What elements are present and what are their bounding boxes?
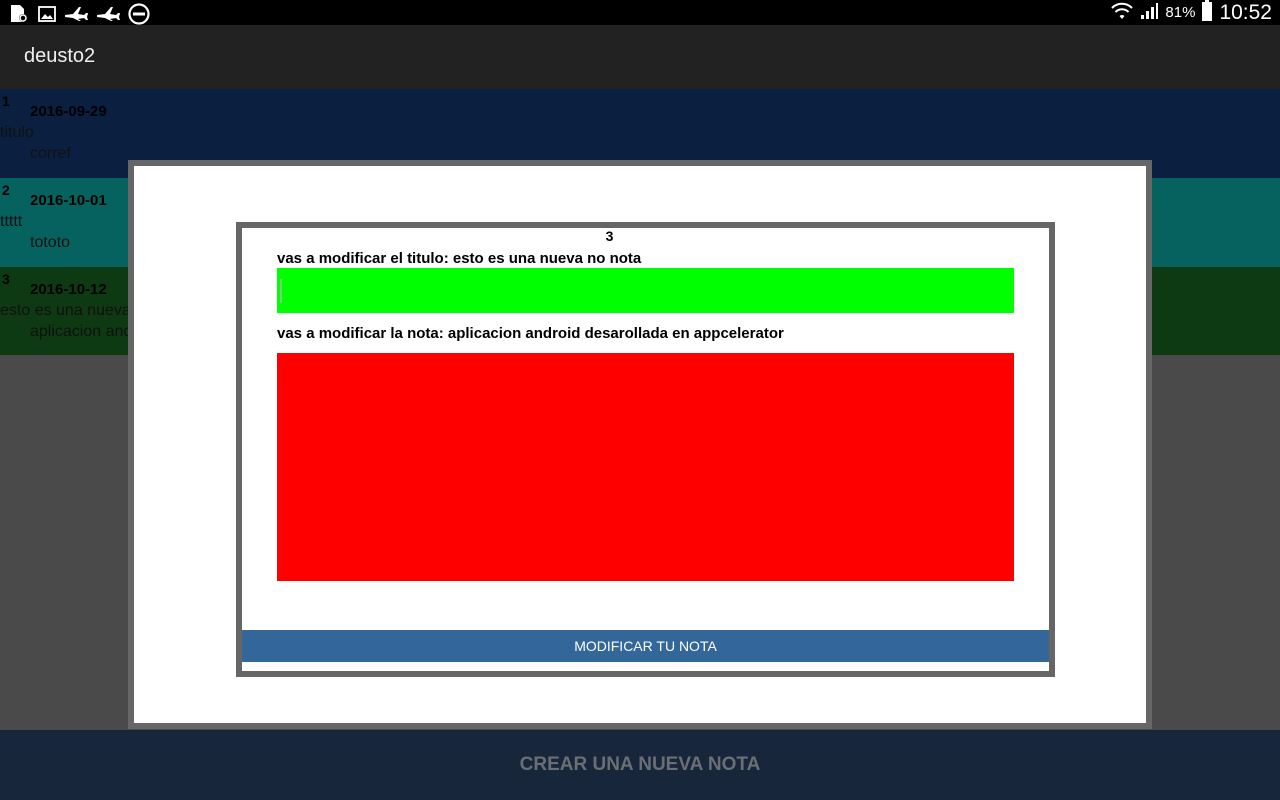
modify-note-button[interactable]: MODIFICAR TU NOTA xyxy=(242,630,1049,662)
note-field-label: vas a modificar la nota: aplicacion andr… xyxy=(277,325,784,342)
clock: 10:52 xyxy=(1219,0,1272,24)
signal-icon xyxy=(1139,1,1159,25)
airplane-icon xyxy=(64,6,88,22)
note-title: titulo xyxy=(0,124,34,141)
app-title: deusto2 xyxy=(24,45,96,67)
title-input[interactable] xyxy=(277,268,1014,313)
status-bar: 81% 10:52 xyxy=(0,0,1280,25)
note-date: 2016-10-12 xyxy=(30,281,107,298)
create-note-button[interactable]: CREAR UNA NUEVA NOTA xyxy=(0,730,1280,800)
note-title: ttttt xyxy=(0,213,23,230)
do-not-disturb-icon xyxy=(128,3,150,25)
airplane-icon xyxy=(96,6,120,22)
battery-icon xyxy=(1201,0,1213,26)
sd-card-settings-icon xyxy=(8,4,30,24)
wifi-icon xyxy=(1111,1,1134,25)
note-body: tototo xyxy=(30,234,71,251)
notification-icons xyxy=(8,3,150,25)
system-status: 81% 10:52 xyxy=(1111,0,1272,25)
edit-note-dialog: 3 vas a modificar el titulo: esto es una… xyxy=(128,160,1152,729)
note-textarea[interactable] xyxy=(277,353,1014,581)
action-bar: deusto2 xyxy=(0,25,1280,89)
edit-form: 3 vas a modificar el titulo: esto es una… xyxy=(236,222,1055,677)
note-id-label: 3 xyxy=(605,228,614,244)
note-date: 2016-10-01 xyxy=(30,192,107,209)
image-icon xyxy=(38,5,56,23)
note-id: 3 xyxy=(2,271,10,287)
title-field-label: vas a modificar el titulo: esto es una n… xyxy=(277,250,642,267)
note-id: 2 xyxy=(2,182,10,198)
note-id: 1 xyxy=(2,93,10,109)
note-body: corref xyxy=(30,145,71,162)
text-cursor xyxy=(280,279,282,303)
battery-percent: 81% xyxy=(1165,4,1196,21)
note-date: 2016-09-29 xyxy=(30,103,107,120)
dialog-content: 3 vas a modificar el titulo: esto es una… xyxy=(134,166,1146,723)
